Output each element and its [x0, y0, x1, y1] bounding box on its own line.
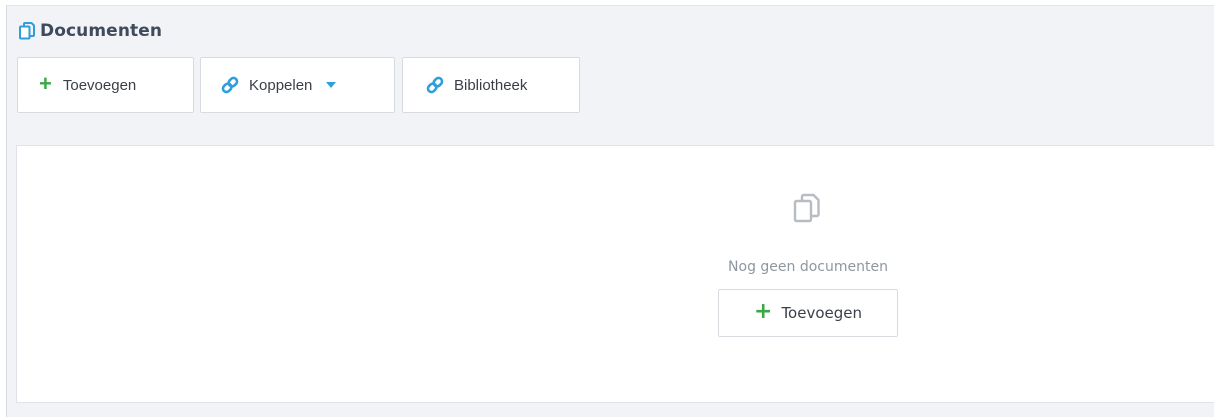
- page-title: Documenten: [40, 21, 163, 41]
- empty-state-add-button[interactable]: + Toevoegen: [718, 289, 898, 337]
- empty-state-message: Nog geen documenten: [728, 259, 888, 275]
- caret-down-icon: [326, 82, 337, 88]
- empty-state-add-label: Toevoegen: [781, 304, 862, 322]
- add-button[interactable]: + Toevoegen: [17, 57, 194, 113]
- copy-documents-icon: [793, 193, 820, 223]
- add-button-label: Toevoegen: [62, 76, 137, 94]
- link-icon: [426, 76, 444, 94]
- koppelen-button-label: Koppelen: [249, 76, 313, 94]
- koppelen-dropdown-button[interactable]: Koppelen: [200, 57, 395, 113]
- documents-content-area: Nog geen documenten + Toevoegen: [16, 145, 1214, 403]
- plus-icon: +: [39, 71, 52, 96]
- panel-header: Documenten: [19, 20, 162, 42]
- copy-documents-icon: [19, 22, 35, 40]
- bibliotheek-button-label: Bibliotheek: [454, 76, 528, 94]
- link-icon: [221, 76, 239, 94]
- documents-panel: Documenten + Toevoegen Koppelen Biblioth…: [6, 5, 1214, 417]
- empty-state: Nog geen documenten + Toevoegen: [717, 186, 899, 337]
- bibliotheek-button[interactable]: Bibliotheek: [402, 57, 580, 113]
- plus-icon: +: [754, 299, 773, 324]
